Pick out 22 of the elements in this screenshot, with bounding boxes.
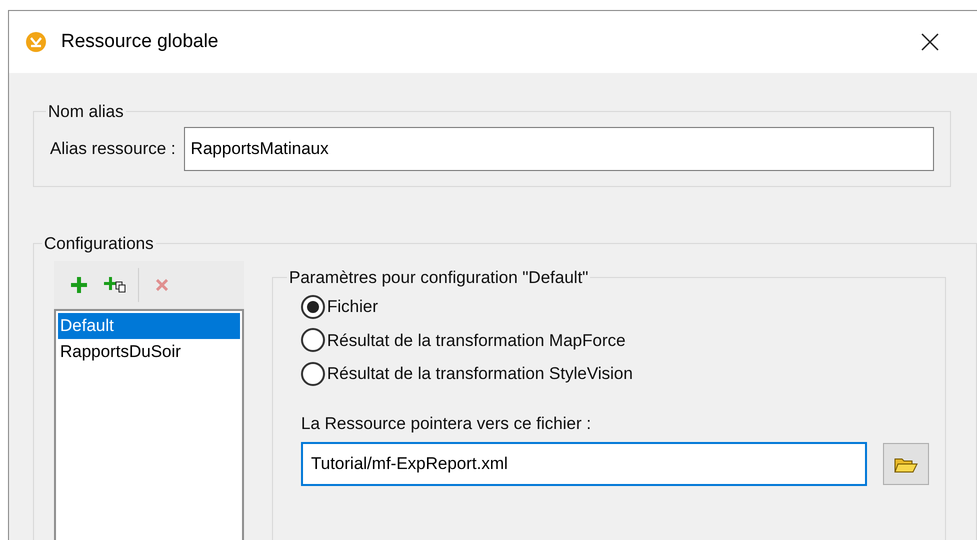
list-item[interactable]: Default [58, 312, 240, 338]
group-title: Paramètres pour configuration "Default" [288, 266, 590, 288]
group-title: Nom alias [47, 101, 125, 123]
alias-input-field[interactable]: RapportsMatinaux [184, 126, 934, 170]
radio-label: Résultat de la transformation MapForce [327, 330, 626, 352]
radio-button[interactable] [301, 362, 325, 386]
delete-icon [154, 276, 170, 292]
plus-copy-icon [104, 276, 126, 294]
list-item[interactable]: RapportsDuSoir [58, 338, 240, 364]
radio-button[interactable] [301, 328, 325, 352]
browse-button[interactable] [883, 443, 929, 485]
radio-label: Résultat de la transformation StyleVision [327, 363, 633, 385]
field-label: Alias ressource : [50, 138, 176, 160]
field-label: La Ressource pointera vers ce fichier : [301, 412, 592, 434]
radio-button[interactable] [301, 294, 325, 319]
window-title: Ressource globale [61, 30, 218, 54]
radio-label: Fichier [327, 296, 378, 318]
close-icon [921, 33, 939, 51]
file-path-input-field[interactable]: Tutorial/mf-ExpReport.xml [301, 442, 867, 486]
group-title: Configurations [43, 233, 155, 255]
plus-icon [70, 276, 88, 294]
app-logo-icon [25, 31, 47, 53]
